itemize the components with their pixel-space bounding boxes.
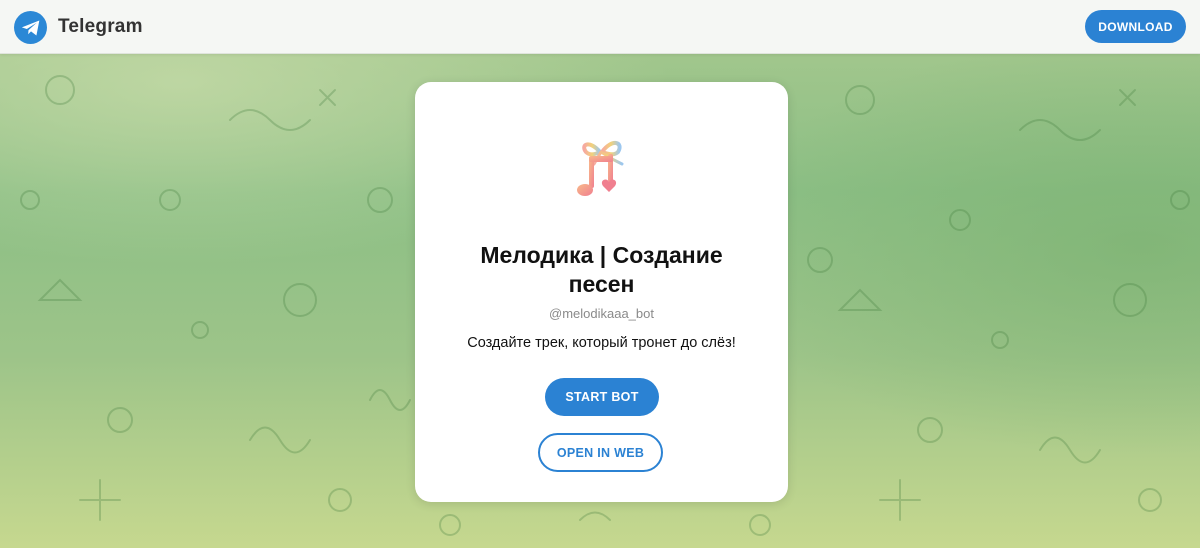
start-bot-button[interactable]: START BOT (545, 378, 659, 416)
telegram-plane-icon[interactable] (14, 11, 47, 44)
bot-description: Создайте трек, который тронет до слёз! (467, 335, 736, 351)
bot-card: Мелодика | Создание песен @melodikaaa_bo… (415, 82, 788, 502)
music-note-bow-icon (564, 130, 639, 205)
open-in-web-button[interactable]: OPEN IN WEB (538, 433, 663, 472)
brand-name[interactable]: Telegram (58, 16, 143, 38)
bot-username: @melodikaaa_bot (549, 306, 654, 321)
download-button[interactable]: DOWNLOAD (1085, 10, 1186, 43)
bot-title: Мелодика | Создание песен (480, 242, 723, 297)
top-bar: Telegram DOWNLOAD (0, 0, 1200, 54)
